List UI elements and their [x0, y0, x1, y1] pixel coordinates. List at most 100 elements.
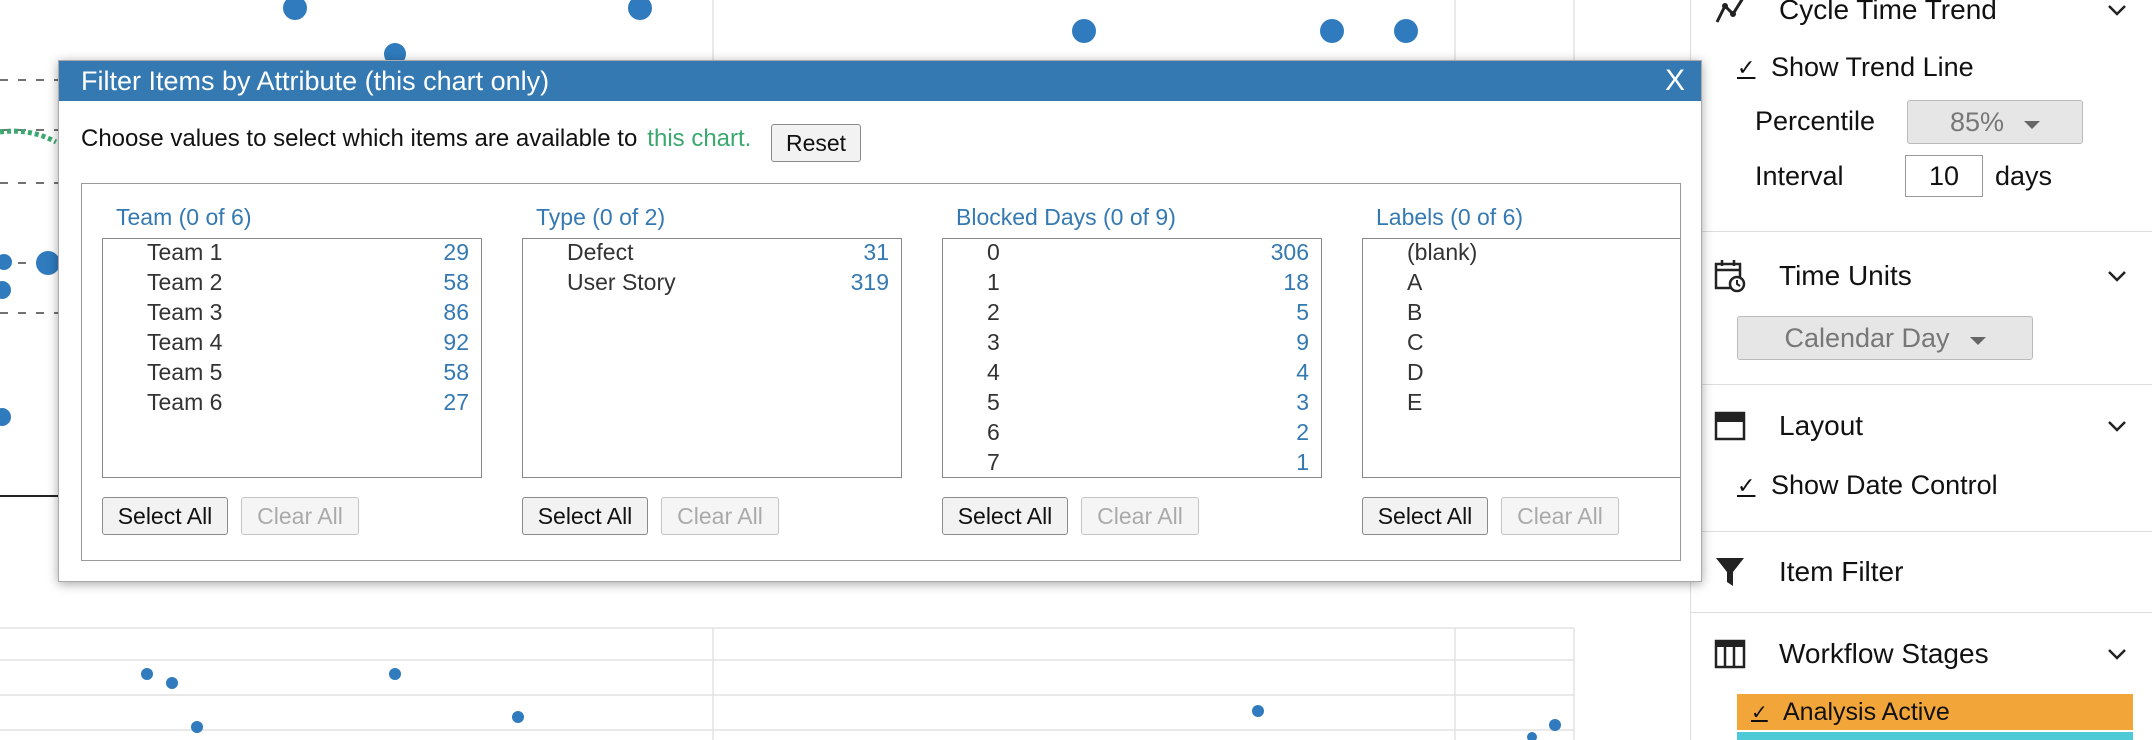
- item-name: Team 2: [147, 269, 223, 295]
- instructions-text: Choose values to select which items are …: [81, 125, 638, 152]
- item-count: 29: [443, 239, 469, 265]
- list-item[interactable]: Team 4 92: [103, 329, 481, 359]
- layout-header[interactable]: Layout: [1691, 396, 2152, 456]
- columns-icon: [1713, 637, 1747, 671]
- select-all-button[interactable]: Select All: [1362, 497, 1488, 535]
- item-filter-header[interactable]: Item Filter: [1691, 542, 2152, 602]
- item-count: 58: [443, 269, 469, 295]
- list-item[interactable]: 0 306: [943, 239, 1321, 269]
- item-count: 5: [1296, 299, 1309, 325]
- close-button[interactable]: X: [1665, 63, 1685, 99]
- percentile-value: 85%: [1949, 106, 2005, 137]
- item-name: Team 6: [147, 389, 223, 415]
- item-name: 3: [987, 329, 1000, 355]
- filter-value-list[interactable]: (blank) A B C D E: [1362, 238, 1680, 478]
- item-count: 9: [1296, 329, 1309, 355]
- list-item[interactable]: Defect 31: [523, 239, 901, 269]
- filter-column-labels: Labels (0 of 6) (blank) A B C D E Select…: [1342, 184, 1680, 560]
- item-count: 92: [443, 329, 469, 355]
- interval-unit-label: days: [1995, 161, 2053, 191]
- list-item[interactable]: 39: [943, 329, 1321, 359]
- clear-all-button[interactable]: Clear All: [1081, 497, 1199, 535]
- list-item[interactable]: User Story 319: [523, 269, 901, 299]
- filter-items-dialog: Filter Items by Attribute (this chart on…: [58, 60, 1702, 582]
- dropdown-caret-icon: [2024, 121, 2041, 129]
- list-item[interactable]: A: [1363, 269, 1680, 299]
- layout-icon: [1713, 409, 1747, 443]
- list-item[interactable]: Team 2 58: [103, 269, 481, 299]
- section-divider: [1691, 612, 2152, 613]
- workflow-stages-header[interactable]: Workflow Stages: [1691, 624, 2152, 684]
- show-trend-line-label: Show Trend Line: [1771, 52, 1974, 82]
- item-count: 319: [850, 269, 889, 295]
- list-item[interactable]: 44: [943, 359, 1321, 389]
- filter-column-title: Blocked Days (0 of 9): [956, 204, 1176, 230]
- list-item[interactable]: (blank): [1363, 239, 1680, 269]
- list-item[interactable]: 1 18: [943, 269, 1321, 299]
- item-name: 2: [987, 299, 1000, 325]
- chevron-down-icon[interactable]: [2105, 414, 2129, 438]
- show-trend-line-toggle[interactable]: ✓ Show Trend Line: [1737, 52, 1974, 83]
- filter-value-list[interactable]: 0 306 1 18 25 39 44 53 62 71: [942, 238, 1322, 478]
- dialog-title-bar: Filter Items by Attribute (this chart on…: [59, 61, 1701, 101]
- item-filter-title: Item Filter: [1779, 556, 1904, 587]
- time-units-dropdown[interactable]: Calendar Day: [1737, 316, 2033, 360]
- list-item[interactable]: C: [1363, 329, 1680, 359]
- item-name: User Story: [567, 269, 676, 295]
- select-all-button[interactable]: Select All: [102, 497, 228, 535]
- filter-value-list[interactable]: Team 1 29 Team 2 58 Team 3 86 Team 4 92 Team…: [102, 238, 482, 478]
- show-date-control-toggle[interactable]: ✓ Show Date Control: [1737, 470, 1998, 501]
- item-count: 1: [1296, 449, 1309, 475]
- cycle-time-trend-header[interactable]: Cycle Time Trend: [1691, 0, 2152, 40]
- percentile-dropdown[interactable]: 85%: [1907, 100, 2083, 144]
- section-divider: [1691, 384, 2152, 385]
- chevron-down-icon[interactable]: [2105, 642, 2129, 666]
- show-date-control-label: Show Date Control: [1771, 470, 1998, 500]
- list-item[interactable]: Team 5 58: [103, 359, 481, 389]
- select-all-button[interactable]: Select All: [942, 497, 1068, 535]
- clear-all-button[interactable]: Clear All: [1501, 497, 1619, 535]
- checkmark-icon: ✓: [1751, 701, 1768, 724]
- layout-title: Layout: [1779, 410, 1864, 441]
- item-name: 4: [987, 359, 1000, 385]
- checkmark-icon: ✓: [1737, 54, 1756, 80]
- time-units-title: Time Units: [1779, 260, 1912, 291]
- instructions-highlight: this chart.: [647, 125, 752, 152]
- workflow-stage-next[interactable]: [1737, 732, 2133, 740]
- workflow-stage-label: Analysis Active: [1783, 697, 1950, 726]
- item-count: 58: [443, 359, 469, 385]
- list-item[interactable]: D: [1363, 359, 1680, 389]
- chevron-down-icon[interactable]: [2105, 264, 2129, 288]
- select-all-button[interactable]: Select All: [522, 497, 648, 535]
- reset-button[interactable]: Reset: [771, 124, 861, 162]
- clear-all-button[interactable]: Clear All: [241, 497, 359, 535]
- workflow-stage-analysis-active[interactable]: ✓ Analysis Active: [1737, 694, 2133, 730]
- list-item[interactable]: Team 6 27: [103, 389, 481, 419]
- filter-column-title: Labels (0 of 6): [1376, 204, 1524, 230]
- time-units-header[interactable]: Time Units: [1691, 246, 2152, 306]
- item-name: 7: [987, 449, 1000, 475]
- list-item[interactable]: Team 3 86: [103, 299, 481, 329]
- item-count: 31: [863, 239, 889, 265]
- calendar-clock-icon: [1713, 259, 1747, 293]
- chevron-down-icon[interactable]: [2105, 0, 2129, 22]
- list-item[interactable]: B: [1363, 299, 1680, 329]
- interval-input[interactable]: [1905, 155, 1983, 197]
- time-units-value: Calendar Day: [1784, 322, 1950, 353]
- list-item[interactable]: 53: [943, 389, 1321, 419]
- list-item[interactable]: 25: [943, 299, 1321, 329]
- interval-label: Interval: [1755, 161, 1844, 191]
- list-item[interactable]: 71: [943, 449, 1321, 477]
- section-divider: [1691, 531, 2152, 532]
- list-item[interactable]: 62: [943, 419, 1321, 449]
- trend-chart-icon: [1713, 0, 1747, 27]
- list-item[interactable]: Team 1 29: [103, 239, 481, 269]
- trend-line: [0, 128, 58, 145]
- item-count: 18: [1283, 269, 1309, 295]
- clear-all-button[interactable]: Clear All: [661, 497, 779, 535]
- item-name: C: [1407, 329, 1424, 355]
- filter-value-list[interactable]: Defect 31 User Story 319: [522, 238, 902, 478]
- workflow-stages-title: Workflow Stages: [1779, 638, 1989, 669]
- list-item[interactable]: E: [1363, 389, 1680, 419]
- item-name: B: [1407, 299, 1423, 325]
